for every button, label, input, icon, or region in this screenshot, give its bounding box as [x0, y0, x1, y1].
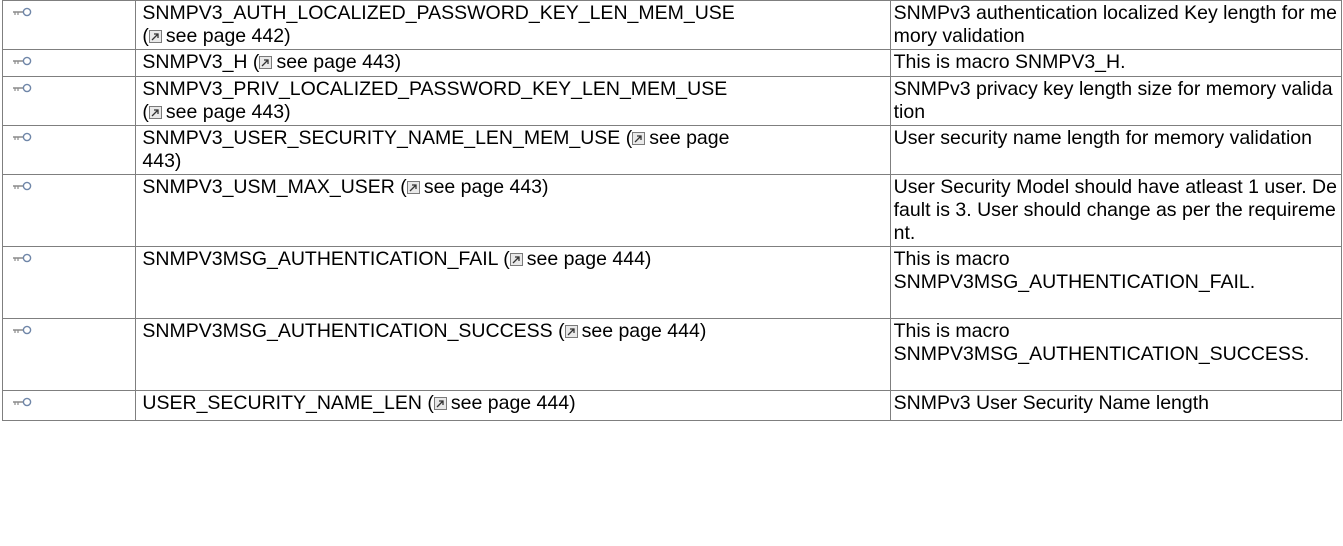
external-link-icon[interactable]: [433, 397, 447, 410]
macro-name: SNMPV3_USM_MAX_USER: [142, 176, 395, 198]
link-open: (: [552, 320, 565, 342]
macro-name: USER_SECURITY_NAME_LEN: [142, 392, 422, 414]
macro-name: SNMPV3_USER_SECURITY_NAME_LEN_MEM_USE: [142, 127, 621, 149]
macro-icon: [12, 82, 34, 94]
external-link-icon[interactable]: [148, 106, 162, 119]
page-link[interactable]: see page 444: [527, 248, 645, 270]
table-row: USER_SECURITY_NAME_LEN ( see page 444) SN…: [1, 390, 1343, 421]
macro-description: This is macro SNMPV3MSG_AUTHENTICATION_SU…: [893, 320, 1310, 365]
table-row: SNMPV3MSG_AUTHENTICATION_FAIL ( see page …: [1, 246, 1343, 319]
icon-cell: [1, 246, 137, 319]
macro-description: This is macro SNMPV3MSG_AUTHENTICATION_FA…: [893, 248, 1256, 293]
description-cell: User security name length for memory val…: [889, 125, 1343, 175]
external-link-icon[interactable]: [509, 253, 523, 266]
macros-table-body: SNMPV3_AUTH_LOCALIZED_PASSWORD_KEY_LEN_M…: [1, 0, 1343, 421]
table-row: SNMPV3_USM_MAX_USER ( see page 443) User …: [1, 174, 1343, 247]
link-open: (: [421, 392, 434, 414]
description-cell: User Security Model should have atleast …: [889, 174, 1343, 247]
link-open: (: [620, 127, 633, 149]
page-link[interactable]: see page 443: [276, 51, 394, 73]
table-row: SNMPV3_AUTH_LOCALIZED_PASSWORD_KEY_LEN_M…: [1, 0, 1343, 50]
macro-description: SNMPv3 User Security Name length: [893, 392, 1210, 414]
description-cell: SNMPv3 authentication localized Key leng…: [889, 0, 1343, 50]
page-link[interactable]: see page 443: [424, 176, 542, 198]
link-open: (: [247, 51, 260, 73]
link-close: 443): [142, 150, 182, 172]
macro-name-cell: SNMPV3_AUTH_LOCALIZED_PASSWORD_KEY_LEN_M…: [135, 0, 891, 50]
link-close: ): [699, 320, 707, 342]
link-close: ): [284, 101, 291, 123]
macro-icon: [12, 324, 34, 336]
external-link-icon[interactable]: [259, 56, 273, 69]
icon-cell: [1, 318, 137, 391]
macro-name-cell: SNMPV3_PRIV_LOCALIZED_PASSWORD_KEY_LEN_M…: [135, 76, 891, 126]
description-cell: This is macro SNMPV3MSG_AUTHENTICATION_SU…: [889, 318, 1343, 391]
table-row: SNMPV3_H ( see page 443) This is macro SN…: [1, 49, 1343, 77]
external-link-icon[interactable]: [406, 181, 420, 194]
icon-cell: [1, 125, 137, 175]
icon-cell: [1, 174, 137, 247]
macro-description: User security name length for memory val…: [893, 127, 1312, 149]
macro-name-cell: SNMPV3MSG_AUTHENTICATION_FAIL ( see page …: [135, 246, 891, 319]
description-cell: SNMPv3 privacy key length size for memor…: [889, 76, 1343, 126]
macro-icon: [12, 6, 34, 18]
page-link[interactable]: see page 443: [166, 101, 284, 123]
macro-name: SNMPV3_PRIV_LOCALIZED_PASSWORD_KEY_LEN_M…: [142, 78, 728, 100]
link-close: ): [644, 248, 652, 270]
macro-icon: [12, 252, 34, 264]
macro-name: SNMPV3MSG_AUTHENTICATION_FAIL: [142, 248, 498, 270]
description-cell: SNMPv3 User Security Name length: [889, 390, 1343, 421]
table-row: SNMPV3_USER_SECURITY_NAME_LEN_MEM_USE ( s…: [1, 125, 1343, 175]
link-close: ): [394, 51, 402, 73]
icon-cell: [1, 0, 137, 50]
macro-name: SNMPV3_H: [142, 51, 248, 73]
macro-name: SNMPV3MSG_AUTHENTICATION_SUCCESS: [142, 320, 553, 342]
macro-name-cell: USER_SECURITY_NAME_LEN ( see page 444): [135, 390, 891, 421]
icon-cell: [1, 76, 137, 126]
macro-icon: [12, 131, 34, 143]
page-link[interactable]: see page 442: [166, 25, 284, 47]
macro-description: SNMPv3 authentication localized Key leng…: [893, 2, 1337, 47]
macro-icon: [12, 180, 34, 192]
table-row: SNMPV3_PRIV_LOCALIZED_PASSWORD_KEY_LEN_M…: [1, 76, 1343, 126]
description-cell: This is macro SNMPV3_H.: [889, 49, 1343, 77]
page-link[interactable]: see page 444: [582, 320, 700, 342]
macro-description: This is macro SNMPV3_H.: [893, 51, 1126, 73]
macro-description: User Security Model should have atleast …: [893, 176, 1337, 244]
external-link-icon[interactable]: [632, 132, 646, 145]
macro-icon: [12, 396, 34, 408]
macro-name: SNMPV3_AUTH_LOCALIZED_PASSWORD_KEY_LEN_M…: [142, 2, 735, 24]
macro-icon: [12, 55, 34, 67]
macro-name-cell: SNMPV3_USER_SECURITY_NAME_LEN_MEM_USE ( s…: [135, 125, 891, 175]
macro-name-cell: SNMPV3_H ( see page 443): [135, 49, 891, 77]
macros-table: SNMPV3_AUTH_LOCALIZED_PASSWORD_KEY_LEN_M…: [1, 0, 1343, 421]
external-link-icon[interactable]: [148, 30, 162, 43]
description-cell: This is macro SNMPV3MSG_AUTHENTICATION_FA…: [889, 246, 1343, 319]
icon-cell: [1, 390, 137, 421]
macro-description: SNMPv3 privacy key length size for memor…: [893, 78, 1333, 123]
link-open: (: [394, 176, 407, 198]
external-link-icon[interactable]: [564, 325, 578, 338]
page-link[interactable]: see page: [649, 127, 729, 149]
table-row: SNMPV3MSG_AUTHENTICATION_SUCCESS ( see pa…: [1, 318, 1343, 391]
macro-name-cell: SNMPV3MSG_AUTHENTICATION_SUCCESS ( see pa…: [135, 318, 891, 391]
icon-cell: [1, 49, 137, 77]
link-close: ): [284, 25, 291, 47]
link-open: (: [497, 248, 510, 270]
link-close: ): [569, 392, 576, 414]
page-link[interactable]: see page 444: [451, 392, 569, 414]
link-close: ): [542, 176, 549, 198]
macro-name-cell: SNMPV3_USM_MAX_USER ( see page 443): [135, 174, 891, 247]
